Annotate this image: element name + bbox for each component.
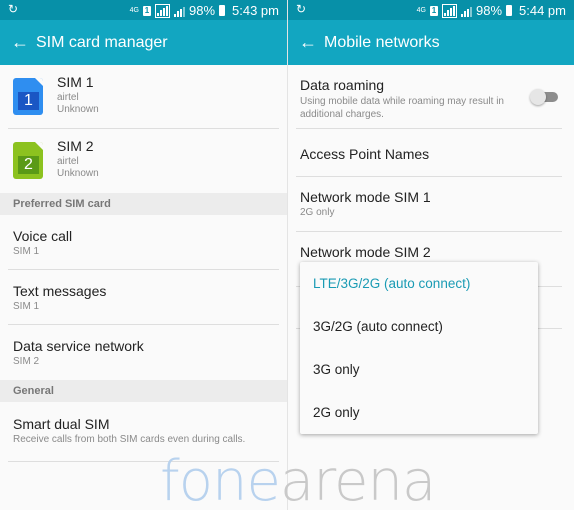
sim2-carrier: airtel [57,156,79,167]
battery-percent: 98% [188,3,216,18]
data-roaming-desc: Using mobile data while roaming may resu… [300,96,504,120]
sim-indicator-icon: 1 [142,5,151,16]
page-title: SIM card manager [36,33,168,51]
back-arrow-icon[interactable]: ← [288,32,324,53]
text-messages-value: SIM 1 [13,301,40,312]
option-3g-2g[interactable]: 3G/2G (auto connect) [300,305,538,348]
general-header: General [0,380,287,402]
sim2-status: Unknown [57,168,99,179]
signal-sim2-icon [173,5,185,17]
signal-sim2-icon [460,5,472,17]
data-service-network-value: SIM 2 [13,356,40,367]
network-mode-sim1-value: 2G only [300,207,335,218]
battery-icon [506,5,513,16]
notification-icon: ↻ [296,2,307,16]
mobile-networks-screen: ↻ 4G 1 98% 5:44 pm ← Mobile networks Dat… [288,0,574,510]
access-point-names-item[interactable]: Access Point Names [296,129,562,177]
sim-card-manager-screen: ↻ 4G 1 98% 5:43 pm ← SIM card manager 1 … [0,0,287,510]
status-bar: ↻ 4G 1 98% 5:44 pm [288,0,574,20]
sim2-item[interactable]: 2 SIM 2 airtel Unknown [8,129,279,193]
battery-percent: 98% [475,3,503,18]
data-service-network-item[interactable]: Data service network SIM 2 [8,325,279,380]
voice-call-item[interactable]: Voice call SIM 1 [8,215,279,270]
preferred-sim-header: Preferred SIM card [0,193,287,215]
app-bar: ← Mobile networks [288,20,574,65]
clock: 5:44 pm [519,3,566,18]
sim1-status: Unknown [57,104,99,115]
network-type-icon: 4G [416,7,426,14]
option-2g-only[interactable]: 2G only [300,391,538,434]
voice-call-title: Voice call [13,228,73,244]
network-mode-sim1-item[interactable]: Network mode SIM 1 2G only [296,177,562,232]
sim1-item[interactable]: 1 SIM 1 airtel Unknown [8,65,279,129]
back-arrow-icon[interactable]: ← [0,32,36,53]
data-roaming-item[interactable]: Data roaming Using mobile data while roa… [296,65,562,129]
data-roaming-title: Data roaming [300,77,385,93]
sim2-label: SIM 2 [57,138,94,154]
text-messages-item[interactable]: Text messages SIM 1 [8,270,279,325]
sim1-card-icon: 1 [13,78,43,115]
option-3g-only[interactable]: 3G only [300,348,538,391]
sim1-carrier: airtel [57,92,79,103]
smart-dual-sim-desc: Receive calls from both SIM cards even d… [13,434,246,445]
clock: 5:43 pm [232,3,279,18]
network-type-icon: 4G [129,7,139,14]
sim-indicator-icon: 1 [429,5,438,16]
battery-icon [219,5,226,16]
page-title: Mobile networks [324,33,440,51]
status-bar: ↻ 4G 1 98% 5:43 pm [0,0,287,20]
data-service-network-title: Data service network [13,338,144,354]
watermark-logo: fonearena [160,449,436,510]
access-point-names-title: Access Point Names [300,146,430,162]
notification-icon: ↻ [8,2,19,16]
data-roaming-toggle[interactable] [530,89,560,105]
network-mode-dropdown: LTE/3G/2G (auto connect) 3G/2G (auto con… [300,262,538,434]
signal-sim1-icon [441,3,457,18]
sim2-card-icon: 2 [13,142,43,179]
network-mode-sim2-title: Network mode SIM 2 [300,244,431,260]
sim1-label: SIM 1 [57,74,94,90]
signal-sim1-icon [154,3,170,18]
smart-dual-sim-title: Smart dual SIM [13,416,110,432]
app-bar: ← SIM card manager [0,20,287,65]
voice-call-value: SIM 1 [13,246,40,257]
text-messages-title: Text messages [13,283,107,299]
network-mode-sim1-title: Network mode SIM 1 [300,189,431,205]
option-lte-3g-2g[interactable]: LTE/3G/2G (auto connect) [300,262,538,305]
